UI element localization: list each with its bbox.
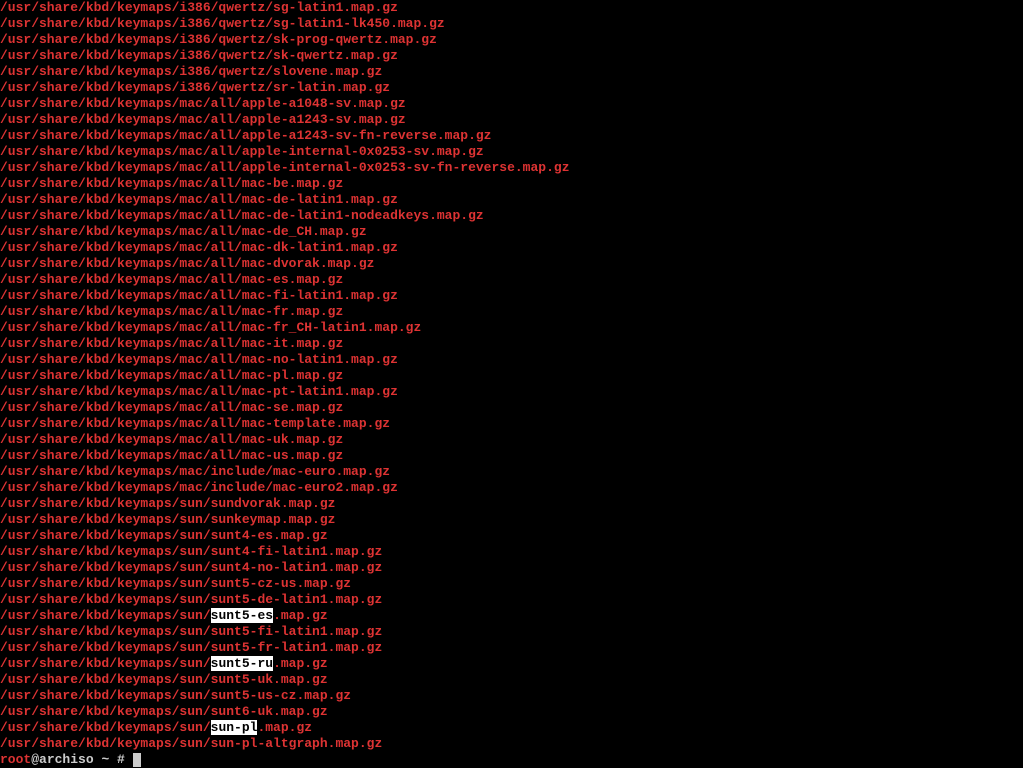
file-path-line: /usr/share/kbd/keymaps/mac/all/mac-de_CH… <box>0 224 1023 240</box>
file-path-line: /usr/share/kbd/keymaps/mac/all/mac-fr_CH… <box>0 320 1023 336</box>
file-path-line: /usr/share/kbd/keymaps/mac/all/mac-de-la… <box>0 192 1023 208</box>
file-path-line: /usr/share/kbd/keymaps/mac/all/mac-us.ma… <box>0 448 1023 464</box>
file-path-line: /usr/share/kbd/keymaps/mac/all/apple-int… <box>0 144 1023 160</box>
file-path-suffix: .map.gz <box>273 656 328 671</box>
file-path-line: /usr/share/kbd/keymaps/mac/all/mac-es.ma… <box>0 272 1023 288</box>
file-path-line: /usr/share/kbd/keymaps/mac/all/mac-templ… <box>0 416 1023 432</box>
file-path-suffix: .map.gz <box>273 608 328 623</box>
file-path-highlight: sunt5-es <box>211 608 273 623</box>
file-path-line: /usr/share/kbd/keymaps/mac/include/mac-e… <box>0 464 1023 480</box>
file-path-line: /usr/share/kbd/keymaps/sun/sunt5-cz-us.m… <box>0 576 1023 592</box>
file-path-line: /usr/share/kbd/keymaps/sun/sundvorak.map… <box>0 496 1023 512</box>
file-path-line: /usr/share/kbd/keymaps/mac/all/mac-uk.ma… <box>0 432 1023 448</box>
terminal-output[interactable]: /usr/share/kbd/keymaps/i386/qwertz/sg-la… <box>0 0 1023 768</box>
file-path-line: /usr/share/kbd/keymaps/sun/sunt4-no-lati… <box>0 560 1023 576</box>
prompt-at: @ <box>31 752 39 767</box>
file-path-line: /usr/share/kbd/keymaps/mac/all/apple-int… <box>0 160 1023 176</box>
file-path-line: /usr/share/kbd/keymaps/mac/all/mac-dk-la… <box>0 240 1023 256</box>
file-path-line: /usr/share/kbd/keymaps/mac/all/apple-a12… <box>0 112 1023 128</box>
file-path-prefix: /usr/share/kbd/keymaps/sun/ <box>0 720 211 735</box>
file-path-line: /usr/share/kbd/keymaps/sun/sunt6-uk.map.… <box>0 704 1023 720</box>
file-path-highlight: sunt5-ru <box>211 656 273 671</box>
file-path-line: /usr/share/kbd/keymaps/mac/all/apple-a12… <box>0 128 1023 144</box>
file-path-line: /usr/share/kbd/keymaps/mac/all/mac-fi-la… <box>0 288 1023 304</box>
file-path-line: /usr/share/kbd/keymaps/sun/sunt4-fi-lati… <box>0 544 1023 560</box>
file-path-highlight: sun-pl <box>211 720 258 735</box>
prompt-sep: ~ # <box>94 752 133 767</box>
file-path-line-highlighted: /usr/share/kbd/keymaps/sun/sunt5-ru.map.… <box>0 656 1023 672</box>
prompt-host: archiso <box>39 752 94 767</box>
prompt-user: root <box>0 752 31 767</box>
file-path-line: /usr/share/kbd/keymaps/sun/sunt4-es.map.… <box>0 528 1023 544</box>
file-path-line: /usr/share/kbd/keymaps/mac/all/mac-it.ma… <box>0 336 1023 352</box>
file-path-line: /usr/share/kbd/keymaps/sun/sun-pl-altgra… <box>0 736 1023 752</box>
file-path-line: /usr/share/kbd/keymaps/i386/qwertz/slove… <box>0 64 1023 80</box>
file-path-line: /usr/share/kbd/keymaps/i386/qwertz/sr-la… <box>0 80 1023 96</box>
file-path-line: /usr/share/kbd/keymaps/sun/sunkeymap.map… <box>0 512 1023 528</box>
file-path-line: /usr/share/kbd/keymaps/mac/all/mac-dvora… <box>0 256 1023 272</box>
file-path-line: /usr/share/kbd/keymaps/sun/sunt5-fi-lati… <box>0 624 1023 640</box>
file-path-line: /usr/share/kbd/keymaps/i386/qwertz/sk-pr… <box>0 32 1023 48</box>
file-path-prefix: /usr/share/kbd/keymaps/sun/ <box>0 608 211 623</box>
file-path-line: /usr/share/kbd/keymaps/i386/qwertz/sg-la… <box>0 0 1023 16</box>
file-path-line-highlighted: /usr/share/kbd/keymaps/sun/sunt5-es.map.… <box>0 608 1023 624</box>
file-path-line: /usr/share/kbd/keymaps/sun/sunt5-de-lati… <box>0 592 1023 608</box>
file-path-line: /usr/share/kbd/keymaps/mac/all/mac-fr.ma… <box>0 304 1023 320</box>
file-path-line: /usr/share/kbd/keymaps/sun/sunt5-us-cz.m… <box>0 688 1023 704</box>
file-path-line: /usr/share/kbd/keymaps/mac/all/mac-be.ma… <box>0 176 1023 192</box>
file-path-line: /usr/share/kbd/keymaps/sun/sunt5-uk.map.… <box>0 672 1023 688</box>
file-path-line: /usr/share/kbd/keymaps/i386/qwertz/sg-la… <box>0 16 1023 32</box>
file-path-line: /usr/share/kbd/keymaps/mac/all/mac-pt-la… <box>0 384 1023 400</box>
file-path-line: /usr/share/kbd/keymaps/mac/all/mac-se.ma… <box>0 400 1023 416</box>
file-path-line: /usr/share/kbd/keymaps/mac/all/mac-no-la… <box>0 352 1023 368</box>
cursor <box>133 753 141 767</box>
file-path-line-highlighted: /usr/share/kbd/keymaps/sun/sun-pl.map.gz <box>0 720 1023 736</box>
file-path-line: /usr/share/kbd/keymaps/mac/all/mac-pl.ma… <box>0 368 1023 384</box>
file-path-suffix: .map.gz <box>257 720 312 735</box>
file-path-prefix: /usr/share/kbd/keymaps/sun/ <box>0 656 211 671</box>
file-path-line: /usr/share/kbd/keymaps/mac/all/mac-de-la… <box>0 208 1023 224</box>
file-path-line: /usr/share/kbd/keymaps/mac/include/mac-e… <box>0 480 1023 496</box>
file-path-line: /usr/share/kbd/keymaps/sun/sunt5-fr-lati… <box>0 640 1023 656</box>
file-path-line: /usr/share/kbd/keymaps/i386/qwertz/sk-qw… <box>0 48 1023 64</box>
file-path-line: /usr/share/kbd/keymaps/mac/all/apple-a10… <box>0 96 1023 112</box>
